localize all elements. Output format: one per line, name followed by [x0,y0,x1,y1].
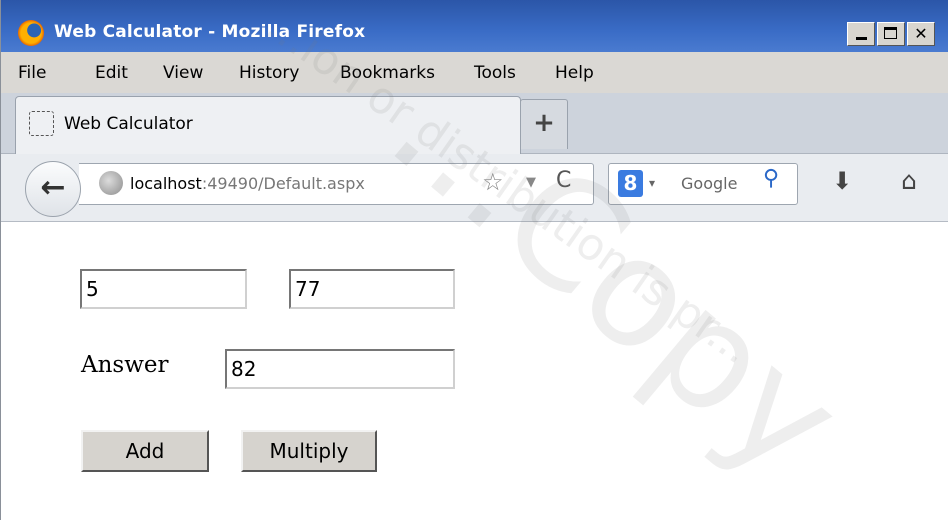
multiply-button[interactable]: Multiply [241,430,377,472]
number1-input[interactable]: 5 [80,269,247,309]
firefox-logo-icon [18,20,44,46]
plus-icon: + [533,108,555,138]
new-tab-button[interactable]: + [520,99,568,149]
back-button[interactable]: ← [25,161,81,217]
google-engine-icon[interactable]: 8 [618,170,643,197]
site-identity-icon[interactable] [99,171,123,195]
download-icon[interactable]: ⬇ [832,167,852,195]
home-icon[interactable]: ⌂ [901,166,917,195]
search-placeholder[interactable]: Google [681,174,737,193]
url-dropdown-icon[interactable]: ▼ [526,175,536,190]
menu-edit[interactable]: Edit [95,63,128,83]
number2-input[interactable]: 77 [289,269,455,309]
page-favicon-icon [29,111,54,136]
menu-tools[interactable]: Tools [474,63,516,83]
window-title: Web Calculator - Mozilla Firefox [54,22,366,42]
reload-icon[interactable]: C [556,168,571,193]
menu-bookmarks[interactable]: Bookmarks [340,63,435,83]
menu-history[interactable]: History [239,63,299,83]
url-text[interactable]: localhost:49490/Default.aspx [130,174,365,193]
menu-view[interactable]: View [163,63,203,83]
maximize-icon [884,27,897,39]
minimize-button[interactable] [847,22,875,46]
bookmark-star-icon[interactable]: ☆ [482,168,504,196]
url-path: :49490/Default.aspx [201,174,365,193]
close-icon: ✕ [914,24,928,43]
menu-help[interactable]: Help [555,63,594,83]
browser-window: Web Calculator - Mozilla Firefox ✕ File … [0,0,948,520]
close-button[interactable]: ✕ [907,22,935,46]
add-button[interactable]: Add [81,430,209,472]
search-icon[interactable]: ⚲ [763,166,779,191]
url-host: localhost [130,174,202,193]
answer-field[interactable]: 82 [225,349,455,389]
tab-title: Web Calculator [64,114,193,134]
search-engine-dropdown-icon[interactable]: ▾ [649,176,655,190]
menu-file[interactable]: File [18,63,46,83]
maximize-button[interactable] [877,22,905,46]
back-arrow-icon: ← [40,170,66,205]
minimize-icon [856,37,867,40]
window-controls: ✕ [847,22,935,46]
answer-label: Answer [81,352,169,378]
